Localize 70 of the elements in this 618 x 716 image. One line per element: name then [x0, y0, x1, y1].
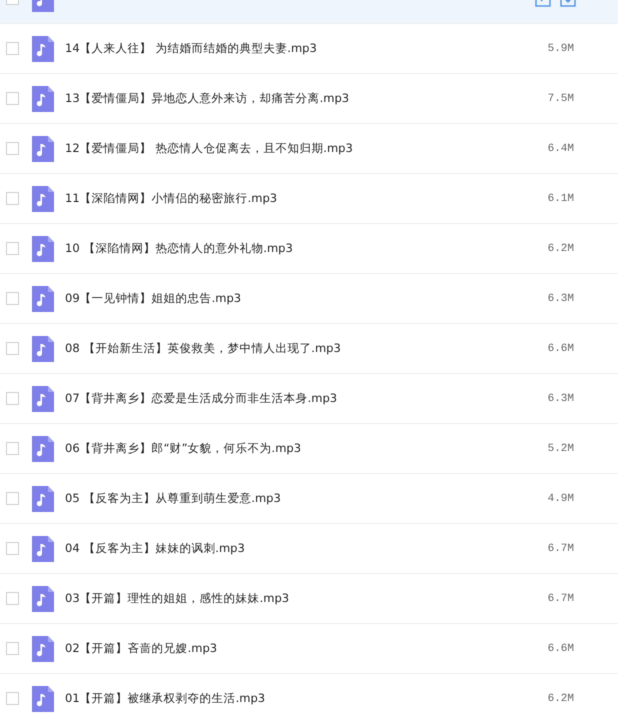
file-row[interactable]: 02【开篇】吝啬的兄嫂.mp3 6.6M [0, 624, 618, 674]
file-name[interactable]: 07【背井离乡】恋爱是生活成分而非生活本身.mp3 [65, 391, 524, 406]
music-file-icon [32, 386, 54, 412]
file-name[interactable]: 04 【反客为主】妹妹的讽刺.mp3 [65, 541, 524, 556]
music-file-icon [32, 186, 54, 212]
file-row[interactable]: 11【深陷情网】小情侣的秘密旅行.mp3 6.1M [0, 174, 618, 224]
file-row[interactable]: 06【背井离乡】郎“财”女貌，何乐不为.mp3 5.2M [0, 424, 618, 474]
file-name[interactable]: 11【深陷情网】小情侣的秘密旅行.mp3 [65, 191, 524, 206]
file-name[interactable]: 09【一见钟情】姐姐的忠告.mp3 [65, 291, 524, 306]
file-name[interactable]: 10 【深陷情网】热恋情人的意外礼物.mp3 [65, 241, 524, 256]
file-name[interactable]: 03【开篇】理性的姐姐，感性的妹妹.mp3 [65, 591, 524, 606]
file-size: 5.2M [546, 442, 574, 454]
checkbox[interactable] [6, 492, 19, 505]
file-size: 5.9M [546, 42, 574, 54]
file-size: 7.5M [546, 92, 574, 104]
file-size: 6.7M [546, 592, 574, 604]
file-name[interactable]: 13【爱情僵局】异地恋人意外来访，却痛苦分离.mp3 [65, 91, 524, 106]
file-size: 6.3M [546, 292, 574, 304]
file-row[interactable]: 05 【反客为主】从尊重到萌生爱意.mp3 4.9M [0, 474, 618, 524]
checkbox[interactable] [6, 42, 19, 55]
file-row[interactable]: 04 【反客为主】妹妹的讽刺.mp3 6.7M [0, 524, 618, 574]
file-row[interactable]: 12【爱情僵局】 热恋情人仓促离去，且不知归期.mp3 6.4M [0, 124, 618, 174]
checkbox[interactable] [6, 642, 19, 655]
checkbox[interactable] [6, 542, 19, 555]
file-name[interactable]: 12【爱情僵局】 热恋情人仓促离去，且不知归期.mp3 [65, 141, 524, 156]
file-row[interactable]: 10 【深陷情网】热恋情人的意外礼物.mp3 6.2M [0, 224, 618, 274]
checkbox[interactable] [6, 392, 19, 405]
checkbox[interactable] [6, 292, 19, 305]
file-size: 6.2M [546, 692, 574, 704]
file-row[interactable]: 14【人来人往】 为结婚而结婚的典型夫妻.mp3 5.9M [0, 24, 618, 74]
file-size: 6.6M [546, 342, 574, 354]
checkbox[interactable] [6, 692, 19, 705]
music-file-icon [32, 586, 54, 612]
file-row[interactable]: 08 【开始新生活】英俊救美，梦中情人出现了.mp3 6.6M [0, 324, 618, 374]
checkbox[interactable] [6, 242, 19, 255]
checkbox[interactable] [6, 192, 19, 205]
music-file-icon [32, 86, 54, 112]
file-name[interactable]: 06【背井离乡】郎“财”女貌，何乐不为.mp3 [65, 441, 524, 456]
music-file-icon [32, 336, 54, 362]
music-file-icon [32, 36, 54, 62]
file-row[interactable]: 07【背井离乡】恋爱是生活成分而非生活本身.mp3 6.3M [0, 374, 618, 424]
music-file-icon [32, 536, 54, 562]
music-file-icon [32, 486, 54, 512]
file-size: 6.6M [546, 642, 574, 654]
file-name[interactable]: 08 【开始新生活】英俊救美，梦中情人出现了.mp3 [65, 341, 524, 356]
checkbox[interactable] [6, 142, 19, 155]
file-size: 6.2M [546, 242, 574, 254]
music-file-icon [32, 286, 54, 312]
file-row[interactable]: 01【开篇】被继承权剥夺的生活.mp3 6.2M [0, 674, 618, 716]
file-name[interactable]: 01【开篇】被继承权剥夺的生活.mp3 [65, 691, 524, 706]
file-size: 4.9M [546, 492, 574, 504]
music-file-icon [32, 136, 54, 162]
file-name[interactable]: 14【人来人往】 为结婚而结婚的典型夫妻.mp3 [65, 41, 524, 56]
file-row[interactable]: 03【开篇】理性的姐姐，感性的妹妹.mp3 6.7M [0, 574, 618, 624]
music-file-icon [32, 236, 54, 262]
checkbox[interactable] [6, 92, 19, 105]
file-row[interactable]: 13【爱情僵局】异地恋人意外来访，却痛苦分离.mp3 7.5M [0, 74, 618, 124]
file-size: 6.7M [546, 542, 574, 554]
music-file-icon [32, 686, 54, 712]
file-row[interactable]: 09【一见钟情】姐姐的忠告.mp3 6.3M [0, 274, 618, 324]
file-name[interactable]: 05 【反客为主】从尊重到萌生爱意.mp3 [65, 491, 524, 506]
checkbox[interactable] [6, 592, 19, 605]
music-file-icon [32, 436, 54, 462]
file-size: 6.4M [546, 142, 574, 154]
file-size: 6.3M [546, 392, 574, 404]
music-file-icon [32, 636, 54, 662]
file-size: 6.1M [546, 192, 574, 204]
file-name[interactable]: 02【开篇】吝啬的兄嫂.mp3 [65, 641, 524, 656]
checkbox[interactable] [6, 342, 19, 355]
checkbox[interactable] [6, 442, 19, 455]
